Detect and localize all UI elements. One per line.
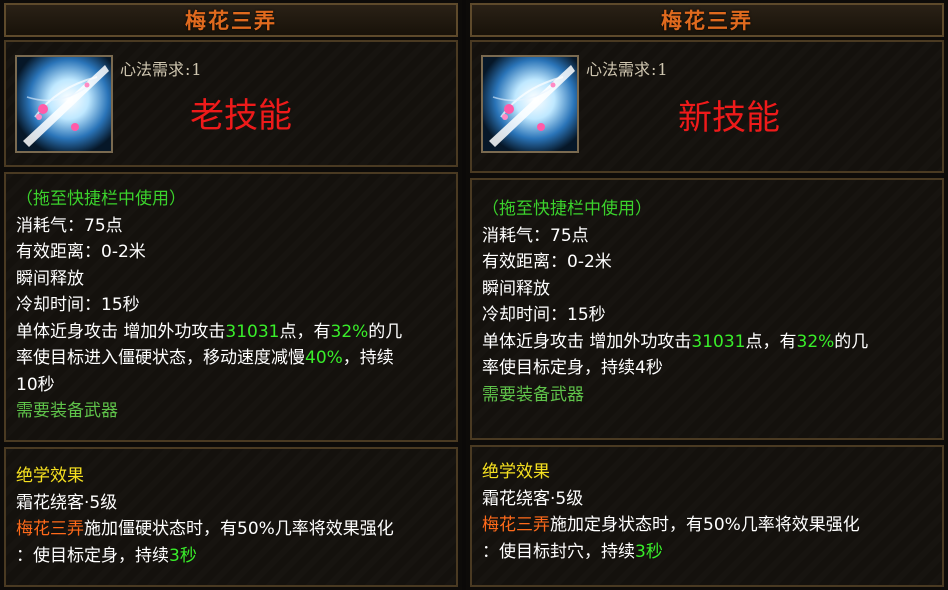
effect-desc-line-1: 单体近身攻击 增加外功攻击31031点，有32%的几	[482, 331, 869, 352]
mastery-text-1: 梅花三弄施加定身状态时，有50%几率将效果强化	[482, 515, 860, 535]
mastery-heading: 绝学效果	[482, 462, 550, 482]
mastery-effect: 绝学效果 霜花绕客·5级 梅花三弄施加定身状态时，有50%几率将效果强化 ：使目…	[470, 445, 944, 587]
cooldown-line: 冷却时间：15秒	[16, 295, 140, 315]
effect-desc-line-1: 单体近身攻击 增加外功攻击31031点，有32%的几	[16, 321, 403, 342]
mastery-text-2: ：使目标封穴，持续3秒	[482, 541, 663, 562]
cost-line: 消耗气：75点	[482, 225, 589, 246]
effect-desc-line-3: 10秒	[16, 374, 55, 395]
mastery-skill: 霜花绕客·5级	[16, 492, 118, 513]
plum-blossom-slash-icon	[483, 57, 577, 151]
mastery-text-1: 梅花三弄施加僵硬状态时，有50%几率将效果强化	[16, 519, 394, 539]
skill-tooltip-new: 梅花三弄 心法需求:1 新技能 （拖至快捷栏中使用） 消耗气：75点 有效距离：…	[466, 0, 948, 590]
mastery-effect: 绝学效果 霜花绕客·5级 梅花三弄施加僵硬状态时，有50%几率将效果强化 ：使目…	[4, 447, 458, 587]
usage-hint: （拖至快捷栏中使用）	[16, 189, 186, 209]
range-line: 有效距离：0-2米	[482, 252, 612, 272]
skill-description: （拖至快捷栏中使用） 消耗气：75点 有效距离：0-2米 瞬间释放 冷却时间：1…	[470, 178, 944, 440]
effect-desc-line-2: 率使目标进入僵硬状态，移动速度减慢40%，持续	[16, 348, 394, 368]
skill-tooltip-old: 梅花三弄 心法需求:1 老技能 （拖至快捷栏中使用） 消耗气：75点 有效距离：…	[0, 0, 462, 590]
mastery-heading: 绝学效果	[16, 466, 84, 486]
range-line: 有效距离：0-2米	[16, 242, 146, 262]
skill-header: 心法需求:1 老技能	[4, 40, 458, 167]
weapon-requirement: 需要装备武器	[16, 401, 118, 421]
cast-line: 瞬间释放	[16, 268, 84, 289]
version-label: 老技能	[190, 96, 292, 136]
skill-header: 心法需求:1 新技能	[470, 40, 944, 173]
cast-line: 瞬间释放	[482, 278, 550, 299]
effect-desc-line-2: 率使目标定身，持续4秒	[482, 358, 663, 378]
requirement-text: 心法需求:1	[120, 60, 202, 79]
skill-title: 梅花三弄	[470, 3, 944, 37]
skill-icon[interactable]	[15, 55, 113, 153]
version-label: 新技能	[678, 98, 780, 138]
cooldown-line: 冷却时间：15秒	[482, 305, 606, 325]
mastery-skill: 霜花绕客·5级	[482, 488, 584, 509]
usage-hint: （拖至快捷栏中使用）	[482, 199, 652, 219]
plum-blossom-slash-icon	[17, 57, 111, 151]
skill-description: （拖至快捷栏中使用） 消耗气：75点 有效距离：0-2米 瞬间释放 冷却时间：1…	[4, 172, 458, 442]
skill-icon[interactable]	[481, 55, 579, 153]
cost-line: 消耗气：75点	[16, 215, 123, 236]
weapon-requirement: 需要装备武器	[482, 384, 584, 405]
skill-title: 梅花三弄	[4, 3, 458, 37]
mastery-text-2: ：使目标定身，持续3秒	[16, 545, 197, 566]
requirement-text: 心法需求:1	[586, 60, 668, 79]
